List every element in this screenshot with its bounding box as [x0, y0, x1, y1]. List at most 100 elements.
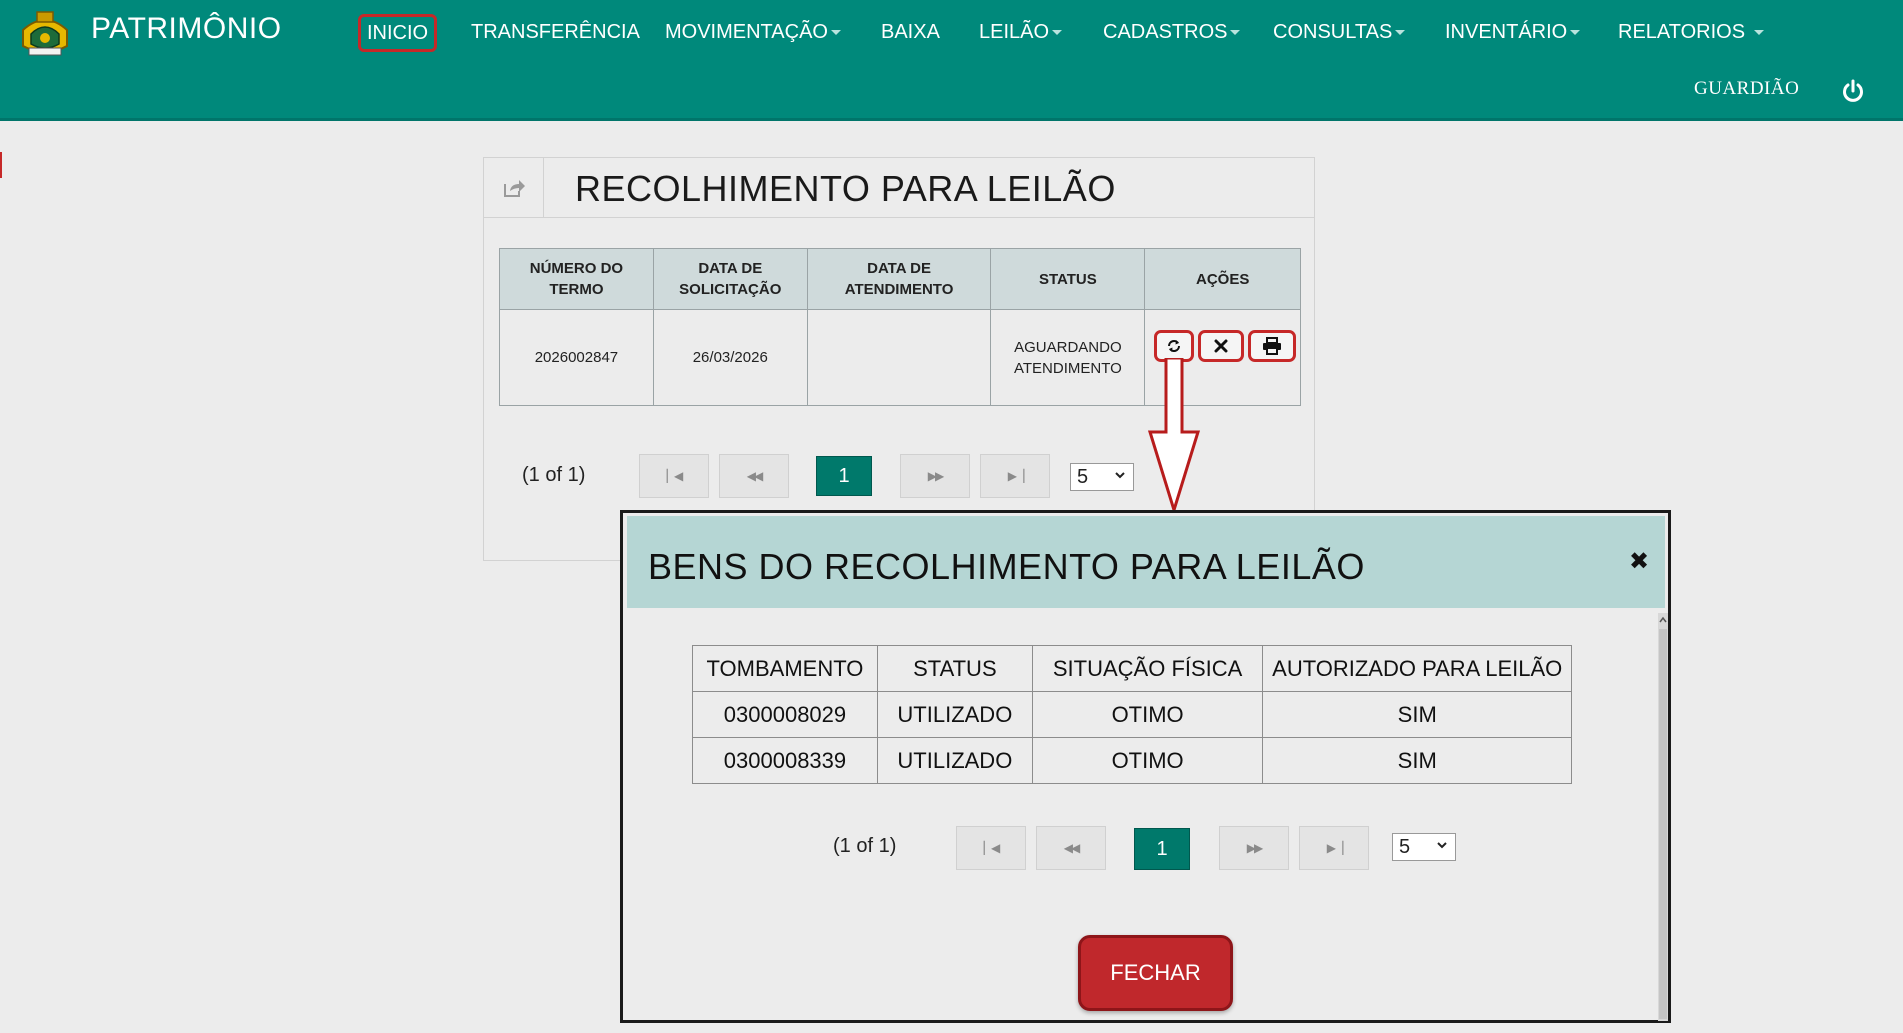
- modal-scrollbar[interactable]: [1658, 613, 1668, 1021]
- nav-consultas[interactable]: CONSULTAS: [1273, 18, 1406, 46]
- print-icon: [1263, 337, 1281, 355]
- column-header: NÚMERO DO TERMO: [499, 248, 654, 310]
- chevron-down-icon: [1115, 472, 1125, 479]
- last-page-button[interactable]: ▶▕: [1299, 826, 1369, 870]
- share-icon: [503, 179, 525, 197]
- nav-cadastros[interactable]: CADASTROS: [1103, 18, 1241, 46]
- column-label: DATA DE SOLICITAÇÃO: [679, 260, 782, 298]
- situacao-cell: OTIMO: [1031, 737, 1264, 784]
- panel-title: RECOLHIMENTO PARA LEILÃO: [575, 168, 1116, 209]
- bens-modal: BENS DO RECOLHIMENTO PARA LEILÃO ✖ TOMBA…: [620, 510, 1671, 1023]
- column-label: NÚMERO DO TERMO: [529, 260, 624, 298]
- column-label: AÇÕES: [1195, 270, 1250, 288]
- modal-close-icon[interactable]: ✖: [1629, 550, 1649, 574]
- page-1-button[interactable]: 1: [1134, 828, 1190, 870]
- down-arrow-annotation: [1148, 358, 1200, 512]
- nav-relatorios[interactable]: RELATORIOS: [1618, 18, 1764, 46]
- page-1-button[interactable]: 1: [816, 456, 872, 496]
- table-header-row: NÚMERO DO TERMO DATA DE SOLICITAÇÃO DATA…: [499, 248, 1301, 310]
- table-row[interactable]: 0300008339 UTILIZADO OTIMO SIM: [692, 737, 1572, 784]
- rows-per-page-value: 5: [1399, 836, 1411, 858]
- column-header: SITUAÇÃO FÍSICA: [1031, 645, 1264, 692]
- data-atendimento-cell: [806, 309, 992, 406]
- caret-down-icon: [1230, 30, 1241, 36]
- coat-of-arms-logo: [22, 11, 68, 56]
- nav-baixa[interactable]: BAIXA: [881, 18, 940, 46]
- column-header: STATUS: [876, 645, 1033, 692]
- fechar-button[interactable]: FECHAR: [1078, 935, 1233, 1011]
- last-page-icon: ▶▕: [1326, 841, 1344, 855]
- print-button[interactable]: [1248, 330, 1296, 362]
- next-page-icon: ▶▶: [927, 469, 945, 483]
- tombamento-cell: 0300008339: [692, 737, 878, 784]
- modal-title: BENS DO RECOLHIMENTO PARA LEILÃO: [648, 546, 1365, 587]
- next-page-button[interactable]: ▶▶: [1219, 826, 1289, 870]
- first-page-button[interactable]: ▏◀: [639, 454, 709, 498]
- nav-label: MOVIMENTAÇÃO: [665, 21, 828, 43]
- column-header: AÇÕES: [1144, 248, 1301, 310]
- nav-transferencia[interactable]: TRANSFERÊNCIA: [471, 18, 640, 46]
- column-header: STATUS: [990, 248, 1146, 310]
- nav-label: INVENTÁRIO: [1445, 21, 1568, 43]
- numero-termo-cell: 2026002847: [499, 309, 654, 406]
- nav-inventario[interactable]: INVENTÁRIO: [1445, 18, 1581, 46]
- modal-header: BENS DO RECOLHIMENTO PARA LEILÃO ✖: [627, 516, 1665, 608]
- power-icon[interactable]: [1840, 78, 1866, 104]
- table-row[interactable]: 0300008029 UTILIZADO OTIMO SIM: [692, 691, 1572, 738]
- caret-down-icon: [1052, 30, 1063, 36]
- nav-movimentacao[interactable]: MOVIMENTAÇÃO: [665, 18, 841, 46]
- column-header: DATA DE ATENDIMENTO: [806, 248, 992, 310]
- column-header: TOMBAMENTO: [692, 645, 878, 692]
- status-cell: UTILIZADO: [876, 691, 1033, 738]
- prev-page-button[interactable]: ◀◀: [1036, 826, 1106, 870]
- close-icon: [1214, 339, 1228, 353]
- refresh-icon: [1168, 340, 1180, 352]
- nav-label: CONSULTAS: [1273, 21, 1393, 43]
- nav-label: CADASTROS: [1103, 21, 1228, 43]
- nav-label: TRANSFERÊNCIA: [471, 21, 640, 43]
- share-button[interactable]: [484, 158, 544, 217]
- caret-down-icon: [830, 30, 841, 36]
- scroll-up-icon[interactable]: [1659, 615, 1667, 625]
- caret-down-icon: [1753, 30, 1764, 36]
- next-page-icon: ▶▶: [1246, 841, 1264, 855]
- prev-page-icon: ◀◀: [746, 469, 764, 483]
- user-name[interactable]: GUARDIÃO: [1694, 78, 1799, 100]
- status-cell: AGUARDANDO ATENDIMENTO: [990, 309, 1146, 406]
- panel-header: RECOLHIMENTO PARA LEILÃO: [484, 158, 1314, 218]
- nav-inicio[interactable]: INICIO: [358, 14, 438, 52]
- app-brand[interactable]: PATRIMÔNIO: [91, 12, 282, 46]
- nav-label: INICIO: [367, 22, 429, 44]
- autorizado-cell: SIM: [1262, 691, 1572, 738]
- nav-leilao[interactable]: LEILÃO: [979, 18, 1063, 46]
- status-text: AGUARDANDO ATENDIMENTO: [1013, 338, 1122, 377]
- chevron-down-icon: [1437, 842, 1447, 849]
- data-solicitacao-cell: 26/03/2026: [652, 309, 808, 406]
- first-page-button[interactable]: ▏◀: [956, 826, 1026, 870]
- autorizado-cell: SIM: [1262, 737, 1572, 784]
- nav-label: BAIXA: [881, 21, 940, 43]
- caret-down-icon: [1395, 30, 1406, 36]
- rows-per-page-select[interactable]: 5: [1070, 463, 1134, 491]
- rows-per-page-value: 5: [1077, 466, 1089, 488]
- status-cell: UTILIZADO: [876, 737, 1033, 784]
- rows-per-page-select[interactable]: 5: [1392, 833, 1456, 861]
- column-label: STATUS: [1039, 270, 1097, 288]
- prev-page-button[interactable]: ◀◀: [719, 454, 789, 498]
- column-header: DATA DE SOLICITAÇÃO: [652, 248, 808, 310]
- top-navbar: PATRIMÔNIO INICIO TRANSFERÊNCIA MOVIMENT…: [0, 0, 1903, 121]
- scrollbar-thumb[interactable]: [1659, 629, 1667, 1019]
- column-header: AUTORIZADO PARA LEILÃO: [1262, 645, 1572, 692]
- prev-page-icon: ◀◀: [1063, 841, 1081, 855]
- tombamento-cell: 0300008029: [692, 691, 878, 738]
- bens-table: TOMBAMENTO STATUS SITUAÇÃO FÍSICA AUTORI…: [692, 645, 1572, 784]
- pagination-info: (1 of 1): [833, 835, 897, 857]
- pagination-info: (1 of 1): [522, 464, 586, 486]
- nav-label: RELATORIOS: [1618, 21, 1746, 43]
- nav-label: LEILÃO: [979, 21, 1050, 43]
- next-page-button[interactable]: ▶▶: [900, 454, 970, 498]
- cancel-button[interactable]: [1198, 330, 1244, 362]
- situacao-cell: OTIMO: [1031, 691, 1264, 738]
- first-page-icon: ▏◀: [666, 469, 684, 483]
- last-page-button[interactable]: ▶▕: [980, 454, 1050, 498]
